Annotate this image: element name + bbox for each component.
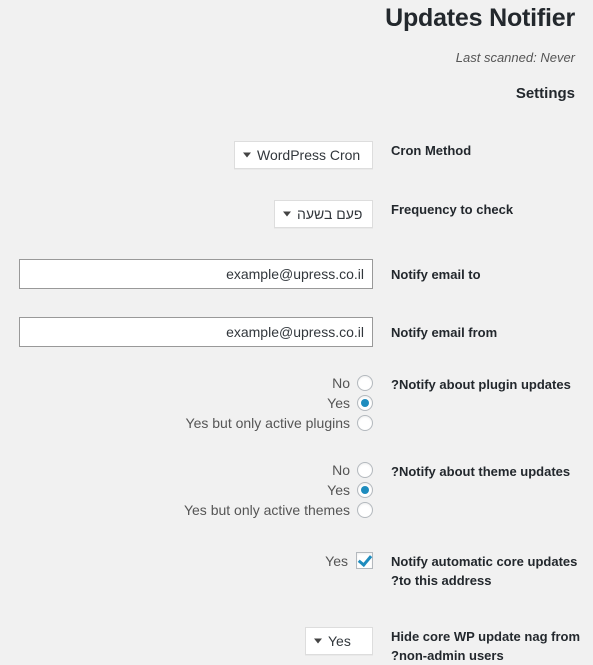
chevron-down-icon <box>283 211 291 217</box>
radio-icon[interactable] <box>357 375 373 391</box>
form-row-frequency: Frequency to check פעם בשעה <box>0 200 593 228</box>
cron-method-select[interactable]: WordPress Cron <box>234 141 373 169</box>
form-row-hide-nag: Hide core WP update nag from non-admin u… <box>0 627 593 665</box>
radio-option-label: Yes <box>327 395 350 411</box>
radio-icon[interactable] <box>357 462 373 478</box>
chevron-down-icon <box>314 638 322 644</box>
plugin-updates-label: Notify about plugin updates? <box>391 377 571 392</box>
radio-icon[interactable] <box>357 415 373 431</box>
theme-updates-option-yes[interactable]: Yes <box>327 482 373 498</box>
radio-option-label: No <box>332 375 350 391</box>
form-row-cron-method: Cron Method WordPress Cron <box>0 141 593 169</box>
form-row-plugin-updates: Notify about plugin updates? No Yes Yes … <box>0 375 593 431</box>
theme-updates-option-no[interactable]: No <box>332 462 373 478</box>
chevron-down-icon <box>243 152 251 158</box>
checkbox-icon[interactable] <box>356 552 373 569</box>
hide-nag-value: Yes <box>328 633 351 649</box>
frequency-select[interactable]: פעם בשעה <box>274 200 373 228</box>
theme-updates-radio-group: No Yes Yes but only active themes <box>184 462 373 518</box>
updates-notifier-settings-page: Updates Notifier Last scanned: Never Set… <box>0 0 593 665</box>
form-row-theme-updates: Notify about theme updates? No Yes Yes b… <box>0 462 593 518</box>
form-row-core-updates: Notify automatic core updates to this ad… <box>0 552 593 590</box>
frequency-label: Frequency to check <box>391 202 514 217</box>
notify-email-to-input[interactable] <box>19 259 373 289</box>
cron-method-value: WordPress Cron <box>257 147 361 163</box>
hide-nag-label: Hide core WP update nag from non-admin u… <box>391 629 581 663</box>
notify-email-to-label: Notify email to <box>391 267 481 282</box>
radio-icon[interactable] <box>357 482 373 498</box>
theme-updates-label: Notify about theme updates? <box>391 464 571 479</box>
theme-updates-option-active-only[interactable]: Yes but only active themes <box>184 502 373 518</box>
core-updates-label: Notify automatic core updates to this ad… <box>391 554 578 588</box>
radio-option-label: Yes but only active plugins <box>185 415 350 431</box>
settings-section-heading: Settings <box>515 85 575 102</box>
core-updates-checkbox-label: Yes <box>325 552 348 569</box>
page-title: Updates Notifier <box>385 4 575 32</box>
cron-method-label: Cron Method <box>391 143 472 158</box>
plugin-updates-option-active-only[interactable]: Yes but only active plugins <box>186 415 373 431</box>
last-scanned-status: Last scanned: Never <box>455 50 575 65</box>
notify-email-from-label: Notify email from <box>391 325 498 340</box>
form-row-notify-email-from: Notify email from <box>0 317 593 347</box>
hide-nag-select[interactable]: Yes <box>305 627 373 655</box>
plugin-updates-option-no[interactable]: No <box>332 375 373 391</box>
radio-option-label: No <box>332 462 350 478</box>
notify-email-from-input[interactable] <box>19 317 373 347</box>
plugin-updates-radio-group: No Yes Yes but only active plugins <box>186 375 373 431</box>
radio-icon[interactable] <box>357 395 373 411</box>
form-row-notify-email-to: Notify email to <box>0 259 593 289</box>
plugin-updates-option-yes[interactable]: Yes <box>327 395 373 411</box>
radio-option-label: Yes <box>327 482 350 498</box>
radio-icon[interactable] <box>357 502 373 518</box>
core-updates-checkbox-item[interactable]: Yes <box>325 552 373 569</box>
radio-option-label: Yes but only active themes <box>183 502 350 518</box>
